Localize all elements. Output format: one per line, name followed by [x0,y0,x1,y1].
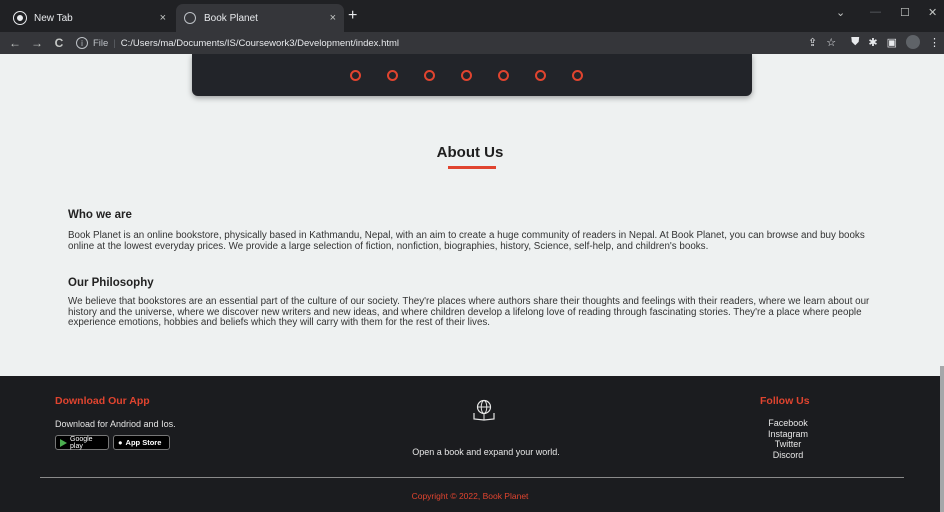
carousel-dot[interactable] [498,70,509,81]
carousel-dot[interactable] [350,70,361,81]
star-icon[interactable]: ☆ [826,36,836,49]
facebook-link[interactable]: Facebook [748,418,828,429]
divider: | [113,37,116,49]
copyright: Copyright © 2022, Book Planet [411,491,529,501]
url-text[interactable]: C:/Users/ma/Documents/IS/Coursework3/Dev… [121,38,399,49]
carousel-dot[interactable] [461,70,472,81]
carousel-dot[interactable] [535,70,546,81]
section-heading-philosophy: Our Philosophy [68,277,154,289]
page-viewport: About Us Who we are Book Planet is an on… [0,54,940,512]
carousel [192,54,752,96]
scrollbar-thumb[interactable] [940,366,944,512]
close-tab-icon[interactable]: × [330,12,336,24]
globe-icon [184,12,196,24]
book-globe-icon [473,399,495,421]
section-text-philosophy: We believe that bookstores are an essent… [68,296,870,328]
share-icon[interactable]: ⇪ [808,36,817,49]
info-icon[interactable]: i [76,37,88,49]
profile-avatar[interactable] [906,35,920,49]
carousel-dot[interactable] [387,70,398,81]
social-links: Facebook Instagram Twitter Discord [748,418,828,460]
shield-icon[interactable]: ⛊ [851,36,859,49]
google-play-icon [60,438,67,447]
chrome-icon [13,11,27,25]
back-button[interactable]: ← [6,36,24,50]
extensions-icon[interactable]: ✱ [868,36,877,49]
reload-button[interactable]: C [50,36,68,50]
scheme-label: File [93,37,109,49]
close-tab-icon[interactable]: × [160,12,166,24]
address-toolbar: ← → C i File | C:/Users/ma/Documents/IS/… [0,32,944,54]
apple-icon: ● [118,438,123,447]
tab-new-tab[interactable]: New Tab × [6,4,174,32]
footer: Download Our App Download for Andriod an… [0,376,940,512]
sidebar-icon[interactable]: ▣ [887,36,897,49]
tab-search-icon[interactable]: ⌄ [836,6,845,19]
twitter-link[interactable]: Twitter [748,439,828,450]
close-window-button[interactable]: ✕ [928,6,937,19]
minimize-button[interactable]: — [870,6,881,18]
app-store-label: App Store [125,438,162,447]
address-bar[interactable]: i File | C:/Users/ma/Documents/IS/Course… [76,34,800,52]
follow-heading: Follow Us [760,395,810,407]
menu-icon[interactable]: ⋮ [929,36,940,49]
footer-divider [40,477,904,478]
forward-button[interactable]: → [28,36,46,50]
instagram-link[interactable]: Instagram [748,429,828,440]
tab-title: New Tab [34,12,73,24]
title-underline [448,166,496,169]
new-tab-button[interactable]: + [348,8,357,24]
toolbar-actions: ⇪ ☆ ⛊ ✱ ▣ ⋮ [808,35,940,49]
section-heading-who-we-are: Who we are [68,209,132,221]
tab-book-planet[interactable]: Book Planet × [176,4,344,32]
tab-bar: New Tab × Book Planet × + ⌄ — ☐ ✕ [0,0,944,32]
section-text-who-we-are: Book Planet is an online bookstore, phys… [68,230,865,252]
maximize-button[interactable]: ☐ [900,6,910,19]
download-heading: Download Our App [55,395,150,407]
tab-title: Book Planet [204,12,258,24]
about-title: About Us [436,144,504,161]
carousel-dot[interactable] [572,70,583,81]
discord-link[interactable]: Discord [748,450,828,461]
carousel-dot[interactable] [424,70,435,81]
browser-window: New Tab × Book Planet × + ⌄ — ☐ ✕ ← → C … [0,0,944,512]
download-text: Download for Andriod and Ios. [55,419,176,429]
carousel-dots [350,70,583,81]
